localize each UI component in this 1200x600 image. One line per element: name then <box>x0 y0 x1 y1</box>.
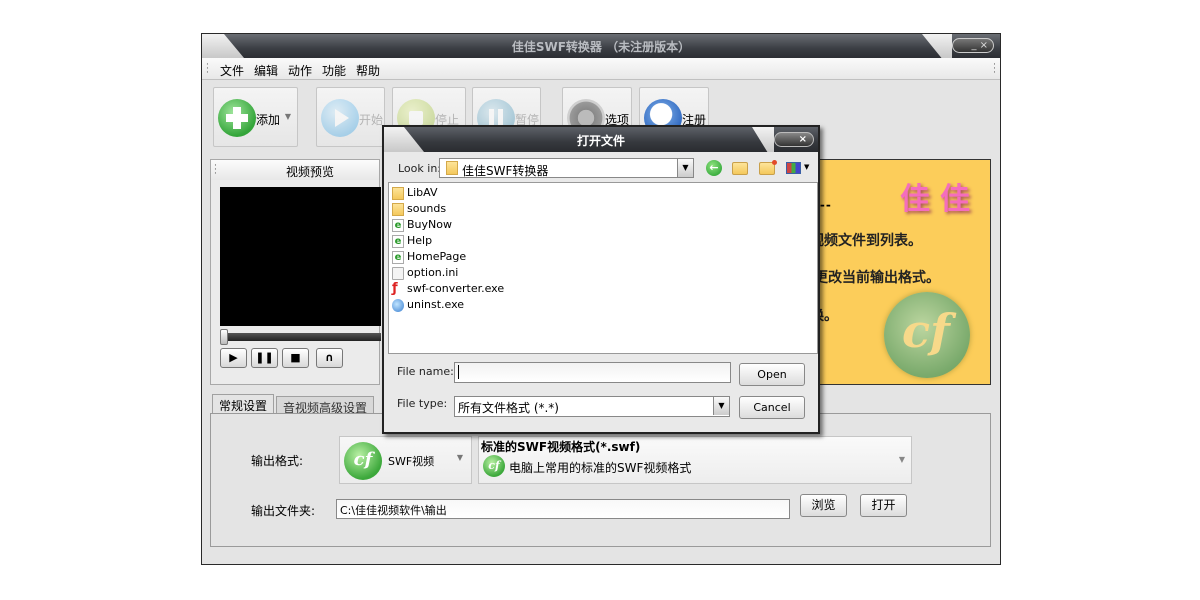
file-type-select[interactable]: 所有文件格式 (*.*) ▼ <box>454 396 730 417</box>
html-file-icon: e <box>392 218 404 232</box>
title-bar: 佳佳SWF转换器 （未注册版本） _ × <box>202 34 1000 58</box>
open-folder-button[interactable]: 打开 <box>860 494 907 517</box>
up-folder-icon[interactable] <box>732 162 748 175</box>
folder-icon <box>392 186 404 200</box>
chevron-down-icon[interactable]: ▼ <box>713 397 729 415</box>
open-file-dialog: 打开文件 × Look in: 佳佳SWF转换器 ▼ ← ▼ LibAV sou… <box>382 125 820 434</box>
cancel-button[interactable]: Cancel <box>739 396 805 419</box>
html-file-icon: e <box>392 234 404 248</box>
tab-advanced[interactable]: 音视频高级设置 <box>276 396 375 415</box>
format-description-select[interactable]: 标准的SWF视频格式(*.swf) cf 电脑上常用的标准的SWF视频格式 ▼ <box>478 436 912 484</box>
output-format-label: 输出格式: <box>251 454 304 468</box>
loop-button[interactable]: ∩ <box>316 348 343 368</box>
html-file-icon: e <box>392 250 404 264</box>
video-preview-panel: 视频预览 · · · ▶ ❚❚ ■ ∩ <box>210 159 381 385</box>
grip-icon: · · · <box>214 161 217 179</box>
menu-file[interactable]: 文件 <box>220 62 244 79</box>
play-icon <box>321 99 359 137</box>
menu-function[interactable]: 功能 <box>322 62 346 79</box>
swf-icon: cf <box>483 455 505 477</box>
folder-icon <box>392 202 404 216</box>
chevron-down-icon[interactable]: ▼ <box>677 159 693 177</box>
list-item[interactable]: option.ini <box>392 266 458 282</box>
new-folder-icon[interactable] <box>759 160 777 175</box>
add-button[interactable]: 添加 ▼ <box>213 87 298 147</box>
pause-button[interactable]: ❚❚ <box>251 348 278 368</box>
flash-exe-icon: ƒ <box>392 280 398 296</box>
settings-file-icon <box>392 266 404 280</box>
chevron-down-icon[interactable]: ▼ <box>285 112 291 121</box>
swf-icon: cf <box>344 442 382 480</box>
file-list: LibAV sounds e BuyNow e Help e HomePage opt… <box>388 182 818 354</box>
start-button[interactable]: 开始 <box>316 87 385 147</box>
list-item[interactable]: uninst.exe <box>392 298 464 314</box>
list-item[interactable]: e Help <box>392 234 432 250</box>
grip-icon: · · · <box>993 60 996 78</box>
folder-icon <box>446 161 458 175</box>
view-menu-icon[interactable] <box>786 162 801 174</box>
video-screen <box>220 187 381 326</box>
list-item[interactable]: LibAV <box>392 186 438 202</box>
window-title: 佳佳SWF转换器 （未注册版本） <box>511 40 691 54</box>
browse-button[interactable]: 浏览 <box>800 494 847 517</box>
chevron-down-icon[interactable]: ▼ <box>804 163 809 171</box>
window-controls[interactable]: _ × <box>952 38 994 53</box>
look-in-label: Look in: <box>398 162 441 175</box>
output-folder-label: 输出文件夹: <box>251 504 316 518</box>
look-in-select[interactable]: 佳佳SWF转换器 ▼ <box>439 158 694 178</box>
menu-action[interactable]: 动作 <box>288 62 312 79</box>
add-icon <box>218 99 256 137</box>
seek-bar[interactable] <box>220 333 381 341</box>
help-banner: 佳佳 ------ 视频文件到列表。 中更改当前输出格式。 换。 cf <box>795 159 991 385</box>
file-type-label: File type: <box>397 397 448 410</box>
close-button[interactable]: × <box>774 132 814 147</box>
menu-edit[interactable]: 编辑 <box>254 62 278 79</box>
file-name-input[interactable] <box>454 362 731 383</box>
preview-title: 视频预览 <box>211 160 379 180</box>
list-item[interactable]: e BuyNow <box>392 218 452 234</box>
menu-bar: · · · 文件 编辑 动作 功能 帮助 · · · <box>202 58 1000 80</box>
uninstall-icon <box>392 298 404 312</box>
list-item[interactable]: sounds <box>392 202 446 218</box>
tab-general[interactable]: 常规设置 <box>212 394 275 414</box>
file-name-label: File name: <box>397 365 454 378</box>
flash-logo-icon: cf <box>884 292 970 378</box>
list-item[interactable]: ƒ swf-converter.exe <box>392 282 504 298</box>
menu-help[interactable]: 帮助 <box>356 62 380 79</box>
list-item[interactable]: e HomePage <box>392 250 466 266</box>
dialog-title: 打开文件 <box>576 134 625 148</box>
chevron-down-icon: ▼ <box>898 455 905 464</box>
output-folder-input[interactable]: C:\佳佳视频软件\输出 <box>336 499 790 519</box>
dialog-title-bar: 打开文件 × <box>384 127 818 152</box>
stop-button[interactable]: ■ <box>282 348 309 368</box>
grip-icon: · · · <box>206 60 209 78</box>
brand-logo: 佳佳 <box>900 182 980 217</box>
play-button[interactable]: ▶ <box>220 348 247 368</box>
back-icon[interactable]: ← <box>706 160 722 176</box>
format-select[interactable]: cf SWF视频 ▼ <box>339 436 472 484</box>
open-button[interactable]: Open <box>739 363 805 386</box>
seek-handle[interactable] <box>220 329 228 345</box>
chevron-down-icon: ▼ <box>456 453 463 462</box>
